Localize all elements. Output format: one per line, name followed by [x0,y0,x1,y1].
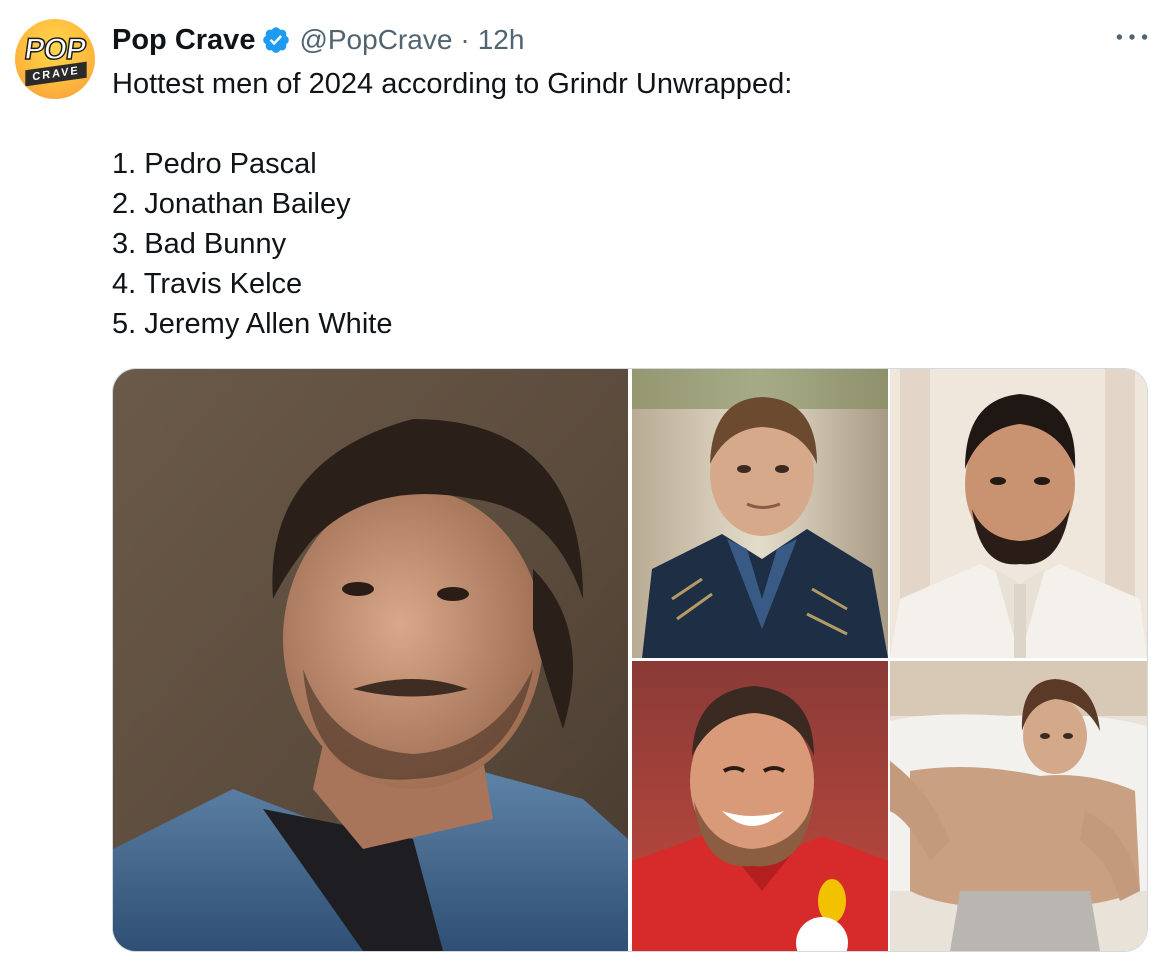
media-grid [112,368,1148,952]
timestamp[interactable]: 12h [478,24,525,56]
tweet-header: Pop Crave @PopCrave · 12h [112,18,524,62]
photo-travis-kelce[interactable] [632,661,888,951]
list-item: 5. Jeremy Allen White [112,308,393,340]
tweet[interactable]: POP CRAVE Pop Crave @PopCrave · 12h Hott… [0,0,1170,964]
photo-bad-bunny[interactable] [890,369,1147,658]
more-horizontal-icon[interactable] [1112,22,1152,52]
separator-dot: · [460,24,470,55]
list-item: 2. Jonathan Bailey [112,188,351,220]
tweet-headline: Hottest men of 2024 according to Grindr … [112,68,793,100]
verified-badge-icon[interactable] [261,25,291,55]
photo-jeremy-allen-white[interactable] [890,661,1147,951]
list-item: 3. Bad Bunny [112,228,287,260]
avatar[interactable]: POP CRAVE [15,19,95,99]
display-name[interactable]: Pop Crave [112,24,255,57]
handle[interactable]: @PopCrave [299,24,452,56]
tweet-text: Hottest men of 2024 according to Grindr … [112,64,1142,344]
list-item: 4. Travis Kelce [112,268,303,300]
photo-pedro-pascal[interactable] [113,369,628,951]
list-item: 1. Pedro Pascal [112,148,317,180]
photo-jonathan-bailey[interactable] [632,369,888,658]
